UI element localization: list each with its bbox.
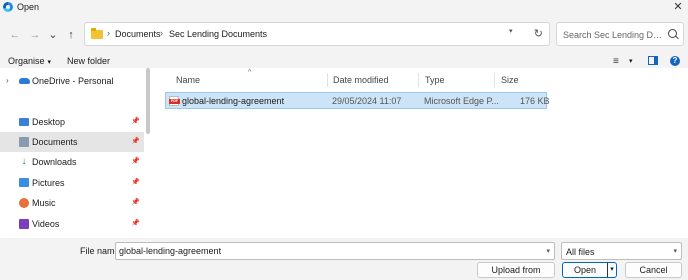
dialog-footer: File name: ▾ All files ▾ Upload from mob… (0, 238, 688, 280)
organise-menu-button[interactable]: Organise ▾ (8, 56, 51, 66)
chevron-down-icon: ▾ (673, 248, 677, 255)
file-type-value: All files (566, 247, 595, 257)
organise-label: Organise (8, 56, 45, 66)
pin-icon[interactable]: 📌 (131, 198, 140, 206)
breadcrumb-separator-icon: › (160, 28, 163, 38)
address-bar[interactable]: › Documents › Sec Lending Documents ▾ ↻ (84, 22, 550, 46)
back-arrow-icon[interactable]: ← (8, 28, 22, 42)
view-options-icon[interactable]: ≡ (613, 56, 619, 67)
sidebar-item-downloads[interactable]: ↓ Downloads 📌 (0, 152, 144, 172)
breadcrumb-sec-lending-documents[interactable]: Sec Lending Documents (169, 29, 267, 39)
file-name-field[interactable] (119, 245, 539, 257)
pictures-icon (19, 178, 29, 187)
sidebar-item-label: Music (32, 198, 56, 208)
window-title: Open (17, 2, 40, 12)
sidebar-item-pictures[interactable]: Pictures 📌 (0, 173, 144, 193)
address-history-chevron-icon[interactable]: ▾ (509, 27, 513, 35)
downloads-icon: ↓ (21, 156, 27, 167)
new-folder-button[interactable]: New folder (67, 56, 110, 66)
pin-icon[interactable]: 📌 (131, 219, 140, 227)
column-header-type[interactable]: Type (425, 75, 445, 85)
column-header-date-modified[interactable]: Date modified (333, 75, 389, 85)
sidebar-item-music[interactable]: Music 📌 (0, 193, 144, 213)
file-type-select[interactable]: All files ▾ (561, 242, 682, 260)
pin-icon[interactable]: 📌 (131, 137, 140, 145)
navigation-scrollbar[interactable] (146, 68, 150, 134)
file-size: 176 KB (520, 96, 550, 106)
music-icon (19, 198, 29, 208)
sidebar-item-label: OneDrive - Personal (32, 76, 114, 86)
upload-from-mobile-button[interactable]: Upload from mobile (477, 262, 555, 280)
column-divider[interactable] (418, 73, 419, 87)
sidebar-item-label: Pictures (32, 178, 65, 188)
preview-pane-icon[interactable] (648, 56, 658, 65)
command-toolbar: Organise ▾ New folder ≡ ▾ ? (0, 54, 688, 68)
pin-icon[interactable]: 📌 (131, 157, 140, 165)
sidebar-item-label: Documents (32, 137, 78, 147)
sidebar-item-label: Videos (32, 219, 60, 229)
file-list: ^ Name Date modified Type Size global-le… (163, 68, 688, 238)
help-icon[interactable]: ? (670, 56, 680, 66)
pin-icon[interactable]: 📌 (131, 178, 140, 186)
sort-ascending-icon: ^ (248, 69, 252, 76)
open-button[interactable]: Open (562, 262, 608, 278)
title-bar: Open ✕ (0, 0, 688, 14)
navigation-pane: › OneDrive - Personal Desktop 📌 Document… (0, 68, 150, 238)
column-divider[interactable] (494, 73, 495, 87)
main-content: › OneDrive - Personal Desktop 📌 Document… (0, 68, 688, 238)
column-divider[interactable] (327, 73, 328, 87)
edge-app-icon (3, 2, 13, 12)
desktop-icon (19, 118, 29, 126)
open-options-chevron-icon[interactable]: ▾ (607, 262, 617, 278)
recent-locations-chevron-icon[interactable]: ⌄ (46, 28, 60, 42)
file-name: global-lending-agreement (182, 96, 285, 106)
chevron-down-icon[interactable]: ▾ (629, 57, 633, 65)
close-icon[interactable]: ✕ (670, 0, 686, 14)
sidebar-item-label: Desktop (32, 117, 66, 127)
pin-icon[interactable]: 📌 (131, 117, 140, 125)
breadcrumb-separator-icon: › (107, 28, 110, 38)
sidebar-item-desktop[interactable]: Desktop 📌 (0, 112, 144, 132)
expand-chevron-icon[interactable]: › (6, 76, 9, 85)
column-header-name[interactable]: Name (176, 75, 200, 85)
file-name-combobox[interactable]: ▾ (115, 242, 555, 260)
file-date-modified: 29/05/2024 11:07 (332, 96, 402, 106)
file-row-selected[interactable]: global-lending-agreement 29/05/2024 11:0… (165, 92, 550, 109)
up-arrow-icon[interactable]: ↑ (64, 28, 78, 42)
breadcrumb-documents[interactable]: Documents (115, 29, 161, 39)
navigation-bar: ← → ⌄ ↑ › Documents › Sec Lending Docume… (0, 16, 688, 52)
chevron-down-icon: ▾ (47, 59, 52, 66)
onedrive-icon (19, 78, 30, 84)
file-type: Microsoft Edge P... (424, 96, 499, 106)
sidebar-item-videos[interactable]: Videos 📌 (0, 214, 144, 234)
sidebar-item-label: Downloads (32, 157, 77, 167)
sidebar-item-onedrive[interactable]: › OneDrive - Personal (0, 71, 144, 91)
documents-icon (19, 137, 29, 147)
folder-icon (91, 28, 103, 39)
search-placeholder[interactable]: Search Sec Lending Documents (563, 30, 665, 40)
sidebar-item-documents[interactable]: Documents 📌 (0, 132, 144, 152)
forward-arrow-icon[interactable]: → (28, 28, 42, 42)
column-header-size[interactable]: Size (501, 75, 519, 85)
search-box[interactable]: Search Sec Lending Documents (556, 22, 684, 46)
pdf-file-icon (169, 96, 180, 106)
videos-icon (19, 219, 29, 229)
cancel-button[interactable]: Cancel (625, 262, 682, 278)
search-icon[interactable] (668, 29, 677, 38)
refresh-icon[interactable]: ↻ (534, 27, 543, 40)
chevron-down-icon[interactable]: ▾ (546, 247, 550, 255)
